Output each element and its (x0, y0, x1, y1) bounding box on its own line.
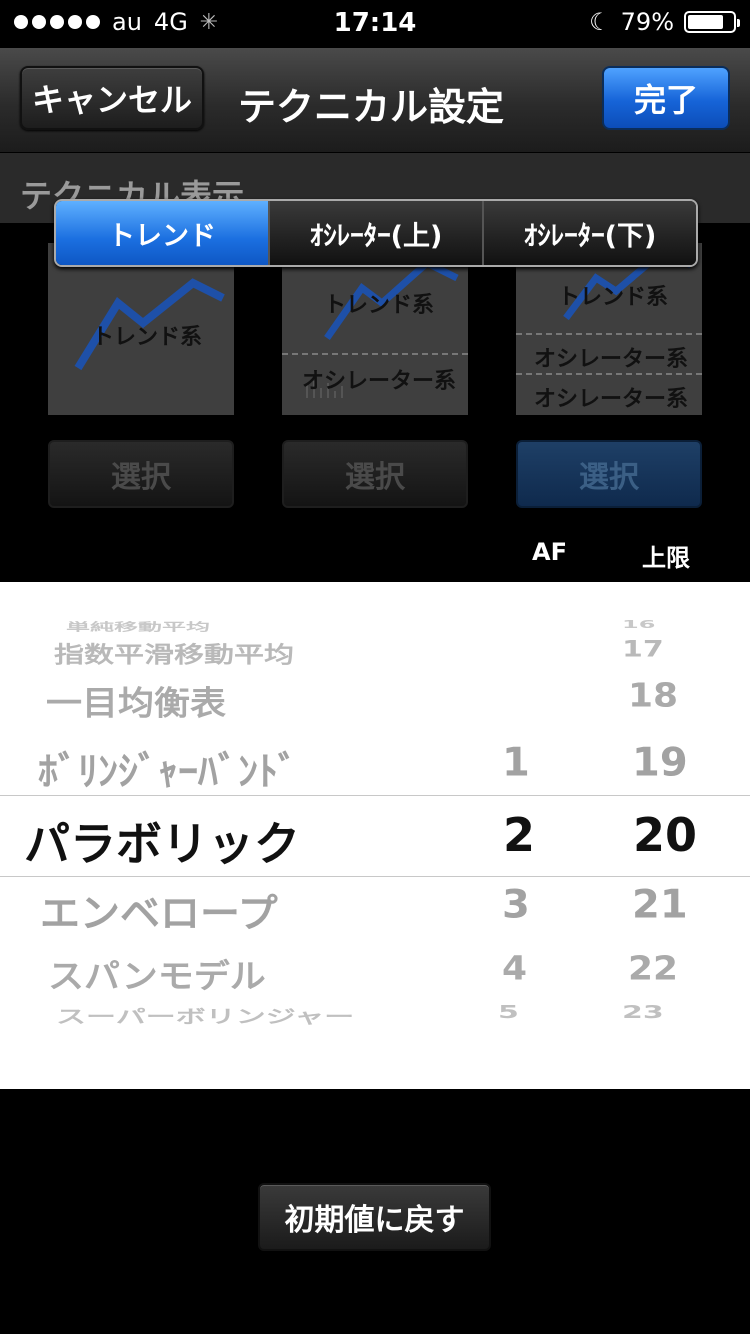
picker-indicator-name: 一目均衡表 (46, 685, 227, 723)
battery-percent: 79% (620, 8, 674, 36)
segment-oscillator-lower[interactable]: ｵｼﾚｰﾀｰ(下) (482, 201, 696, 265)
picker-indicator-name: エンベロープ (40, 891, 278, 937)
picker-af-value: 5 (498, 1002, 519, 1023)
navigation-bar: キャンセル テクニカル設定 完了 (0, 48, 750, 153)
select-button-trend-osc-upper[interactable]: 選択 (282, 440, 468, 508)
segment-oscillator-upper[interactable]: ｵｼﾚｰﾀｰ(上) (268, 201, 482, 265)
status-right: ☾ 79% (589, 8, 740, 36)
thumbnail-trend: トレンド系 (48, 243, 234, 415)
picker-upper-value: 23 (622, 1002, 664, 1023)
status-bar: au 4G ✳ 17:14 ☾ 79% (0, 0, 750, 48)
battery-icon (684, 11, 740, 33)
picker-af-value: 1 (502, 740, 530, 786)
thumbnail-trend-label: トレンド系 (92, 325, 203, 350)
picker-af-value: 2 (503, 808, 536, 862)
picker-indicator-name: 単純移動平均 (66, 620, 210, 634)
cancel-button[interactable]: キャンセル (20, 66, 204, 130)
thumbnail-trend-osc-upper: トレンド系 オシレーター系 (282, 243, 468, 415)
select-button-trend[interactable]: 選択 (48, 440, 234, 508)
picker-upper-value: 19 (632, 740, 688, 786)
reset-to-default-button[interactable]: 初期値に戻す (258, 1183, 491, 1251)
picker-indicator-name: ﾎﾞﾘﾝｼﾞｬｰﾊﾞﾝﾄﾞ (38, 749, 298, 795)
layout-segmented-control: トレンド ｵｼﾚｰﾀｰ(上) ｵｼﾚｰﾀｰ(下) (54, 199, 698, 267)
thumbnail-trend-osc-lower: トレンド系 オシレーター系 オシレーター系 (516, 243, 702, 415)
divider (516, 333, 702, 335)
picker-indicator-name: 指数平滑移動平均 (54, 642, 294, 669)
picker-upper-value: 18 (628, 677, 679, 715)
picker-upper-value: 17 (622, 636, 664, 663)
indicator-picker[interactable]: 単純移動平均 16 指数平滑移動平均 17 一目均衡表 18 ﾎﾞﾘﾝｼﾞｬｰﾊﾞﾝﾄﾞ 1 1… (0, 582, 750, 1089)
column-label-af: AF (532, 538, 567, 566)
picker-indicator-name: スーパーボリンジャー (56, 1006, 355, 1028)
thumbnail-oscillator-label: オシレーター系 (534, 387, 689, 412)
divider (282, 353, 468, 355)
picker-af-value: 3 (502, 882, 530, 928)
picker-af-value: 4 (502, 950, 528, 988)
select-button-trend-osc-lower[interactable]: 選択 (516, 440, 702, 508)
page-title: テクニカル設定 (238, 85, 505, 129)
moon-icon: ☾ (589, 8, 611, 36)
thumbnail-trend-label: トレンド系 (324, 293, 435, 318)
picker-upper-value: 20 (633, 808, 698, 862)
picker-indicator-name: パラボリック (24, 817, 300, 871)
thumbnail-oscillator-label: オシレーター系 (302, 369, 457, 394)
picker-indicator-name: スパンモデル (48, 958, 266, 996)
thumbnail-oscillator-label: オシレーター系 (534, 347, 689, 372)
divider (516, 373, 702, 375)
thumbnail-trend-label: トレンド系 (558, 285, 669, 310)
picker-upper-value: 21 (632, 882, 688, 928)
done-button[interactable]: 完了 (602, 66, 730, 130)
picker-upper-value: 22 (628, 950, 679, 988)
picker-upper-value: 16 (622, 618, 656, 631)
segment-trend[interactable]: トレンド (56, 201, 268, 265)
column-label-upper: 上限 (642, 544, 690, 572)
